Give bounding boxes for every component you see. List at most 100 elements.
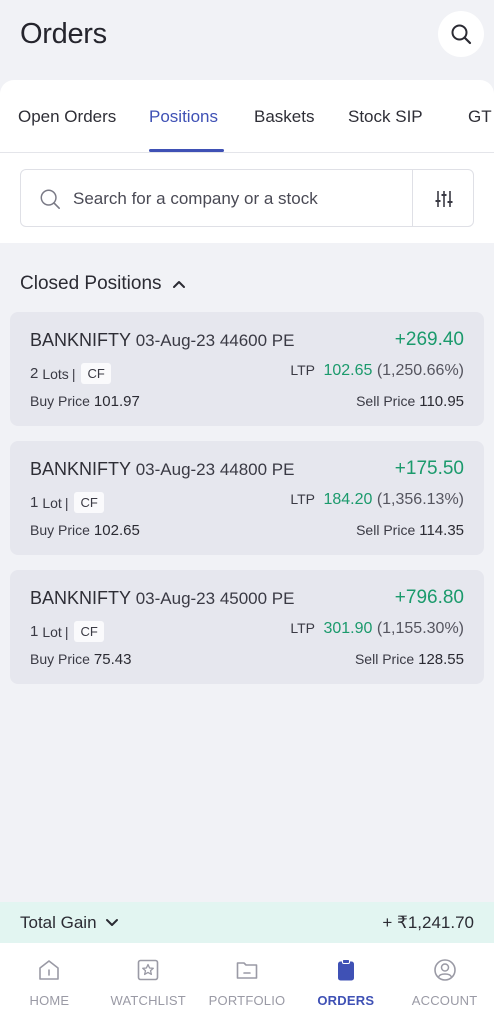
cf-badge: CF — [74, 492, 104, 513]
portfolio-icon — [236, 962, 258, 979]
sell-price-label: Sell Price — [356, 393, 416, 409]
buy-price: Buy Price 75.43 — [30, 651, 131, 668]
nav-portfolio[interactable]: PORTFOLIO — [198, 943, 297, 1024]
lots-count: 1 — [30, 494, 39, 511]
position-symbol: BANKNIFTY — [30, 459, 131, 479]
sell-price: Sell Price 128.55 — [355, 651, 464, 668]
nav-watchlist[interactable]: WATCHLIST — [99, 943, 198, 1024]
total-gain-bar[interactable]: Total Gain + ₹1,241.70 — [0, 902, 494, 943]
ltp-label: LTP — [290, 362, 315, 378]
position-name: BANKNIFTY 03-Aug-23 44600 PE — [30, 330, 295, 351]
position-pnl: +796.80 — [394, 587, 464, 608]
ltp-label: LTP — [290, 491, 315, 507]
buy-price: Buy Price 102.65 — [30, 522, 140, 539]
position-ltp: LTP 301.90 (1,155.30%) — [290, 620, 464, 638]
chevron-down-icon — [105, 919, 118, 926]
buy-price-value: 102.65 — [93, 522, 140, 539]
position-symbol: BANKNIFTY — [30, 330, 131, 350]
sell-price-value: 128.55 — [418, 651, 464, 668]
lots-label: Lot — [42, 623, 62, 640]
search-input[interactable]: Search for a company or a stock — [20, 169, 474, 227]
ltp-change: (1,155.30%) — [376, 620, 464, 637]
search-icon — [451, 24, 472, 45]
cf-badge: CF — [81, 363, 111, 384]
buy-price-value: 101.97 — [93, 393, 140, 410]
search-divider — [412, 170, 413, 226]
total-gain-label: Total Gain — [20, 913, 97, 932]
position-symbol: BANKNIFTY — [30, 588, 131, 608]
position-lots: 2 Lots | CF — [30, 363, 111, 384]
buy-price-label: Buy Price — [30, 651, 90, 667]
nav-orders[interactable]: ORDERS — [296, 943, 395, 1024]
position-ltp: LTP 184.20 (1,356.13%) — [290, 491, 464, 509]
search-placeholder: Search for a company or a stock — [73, 189, 318, 208]
position-pnl: +175.50 — [394, 458, 464, 479]
tab-stock-sip[interactable]: Stock SIP — [348, 107, 423, 127]
sell-price-label: Sell Price — [354, 651, 415, 667]
sell-price: Sell Price 114.35 — [356, 522, 464, 539]
nav-label: PORTFOLIO — [208, 993, 286, 1008]
home-icon — [39, 960, 60, 980]
sell-price-value: 114.35 — [419, 522, 464, 539]
closed-positions-header[interactable]: Closed Positions — [20, 273, 186, 295]
ltp-value: 301.90 — [323, 620, 373, 637]
account-icon — [433, 959, 456, 981]
position-card[interactable]: BANKNIFTY 03-Aug-23 44800 PE +175.50 1 L… — [10, 441, 484, 555]
ltp-label: LTP — [290, 620, 315, 636]
position-name: BANKNIFTY 03-Aug-23 45000 PE — [30, 588, 295, 609]
search-area: Search for a company or a stock — [0, 153, 494, 243]
tab-bar: Open Orders Positions Baskets Stock SIP … — [0, 80, 494, 153]
position-pnl: +269.40 — [394, 329, 464, 350]
position-detail: 03-Aug-23 44800 PE — [135, 460, 295, 479]
lots-label: Lots — [42, 365, 69, 382]
top-bar: Orders — [0, 0, 494, 80]
filter-icon[interactable] — [433, 188, 455, 210]
position-ltp: LTP 102.65 (1,250.66%) — [290, 362, 464, 380]
position-name: BANKNIFTY 03-Aug-23 44800 PE — [30, 459, 295, 480]
lots-separator: | — [64, 494, 69, 511]
ltp-value: 102.65 — [323, 362, 373, 379]
position-card[interactable]: BANKNIFTY 03-Aug-23 45000 PE +796.80 1 L… — [10, 570, 484, 684]
sell-price-label: Sell Price — [356, 522, 416, 538]
position-lots: 1 Lot | CF — [30, 492, 104, 513]
nav-label: ORDERS — [317, 993, 375, 1008]
lots-count: 2 — [30, 365, 39, 382]
lots-count: 1 — [30, 623, 39, 640]
orders-icon — [337, 959, 354, 981]
position-card[interactable]: BANKNIFTY 03-Aug-23 44600 PE +269.40 2 L… — [10, 312, 484, 426]
tab-gtt[interactable]: GT — [468, 107, 492, 127]
search-button[interactable] — [438, 11, 484, 57]
nav-label: WATCHLIST — [110, 993, 186, 1008]
tab-baskets[interactable]: Baskets — [254, 107, 314, 127]
tab-open-orders[interactable]: Open Orders — [18, 107, 116, 127]
position-lots: 1 Lot | CF — [30, 621, 104, 642]
ltp-change: (1,356.13%) — [376, 491, 464, 508]
sell-price-value: 110.95 — [419, 393, 464, 410]
nav-home[interactable]: HOME — [0, 943, 99, 1024]
sell-price: Sell Price 110.95 — [356, 393, 464, 410]
buy-price-value: 75.43 — [93, 651, 132, 668]
position-detail: 03-Aug-23 44600 PE — [135, 331, 295, 350]
position-detail: 03-Aug-23 45000 PE — [135, 589, 295, 608]
tab-positions[interactable]: Positions — [149, 107, 218, 127]
bottom-nav: HOME WATCHLIST PORTFOLIO ORDERS ACCOUNT — [0, 943, 494, 1024]
buy-price: Buy Price 101.97 — [30, 393, 140, 410]
total-gain-amount: + ₹1,241.70 — [382, 913, 474, 932]
chevron-up-icon — [172, 281, 185, 288]
cf-badge: CF — [74, 621, 104, 642]
section-title: Closed Positions — [20, 273, 162, 294]
lots-separator: | — [71, 365, 76, 382]
nav-account[interactable]: ACCOUNT — [395, 943, 494, 1024]
nav-label: ACCOUNT — [411, 993, 478, 1008]
lots-label: Lot — [42, 494, 62, 511]
active-tab-indicator — [149, 149, 224, 152]
ltp-change: (1,250.66%) — [376, 362, 464, 379]
page-title: Orders — [20, 18, 107, 50]
total-gain-label-wrap: Total Gain — [20, 913, 119, 933]
lots-separator: | — [64, 623, 69, 640]
watchlist-icon — [137, 959, 159, 981]
nav-label: HOME — [29, 993, 70, 1008]
search-icon — [40, 189, 60, 209]
buy-price-label: Buy Price — [30, 522, 90, 538]
ltp-value: 184.20 — [323, 491, 373, 508]
